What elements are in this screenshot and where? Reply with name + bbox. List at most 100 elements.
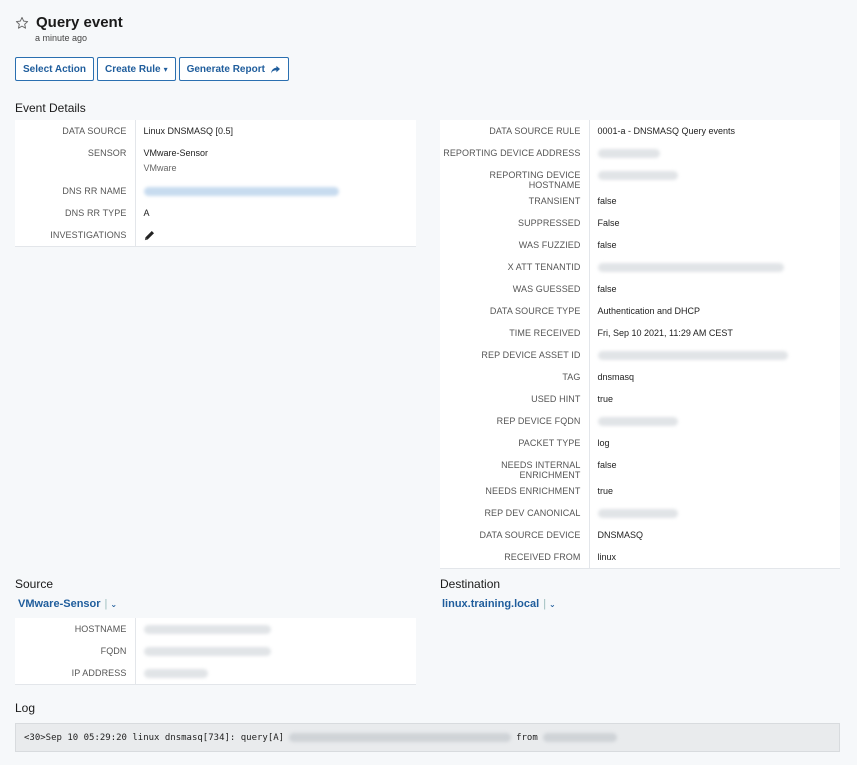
field-value-redacted bbox=[589, 502, 840, 524]
field-label: IP ADDRESS bbox=[15, 662, 136, 684]
divider: | bbox=[104, 598, 108, 610]
field-value: Authentication and DHCP bbox=[597, 306, 701, 316]
table-row: DNS RR NAME bbox=[15, 180, 416, 202]
table-row: REP DEV CANONICAL bbox=[440, 502, 840, 524]
log-prefix: <30>Sep 10 05:29:20 linux dnsmasq[734]: … bbox=[24, 732, 285, 743]
field-value: 0001-a - DNSMASQ Query events bbox=[597, 126, 736, 136]
field-label: WAS GUESSED bbox=[440, 278, 590, 300]
field-label: REP DEVICE ASSET ID bbox=[440, 344, 590, 366]
field-label: HOSTNAME bbox=[15, 618, 136, 640]
field-value: A bbox=[143, 208, 150, 218]
share-arrow-icon bbox=[270, 65, 280, 74]
action-toolbar: Select Action Create Rule ▾ Generate Rep… bbox=[15, 57, 289, 81]
field-subvalue: VMware bbox=[143, 163, 177, 173]
field-value-redacted bbox=[135, 640, 416, 662]
field-label: WAS FUZZIED bbox=[440, 234, 590, 256]
field-label: REPORTING DEVICE HOSTNAME bbox=[440, 164, 590, 190]
event-timestamp: a minute ago bbox=[35, 33, 88, 43]
field-value-redacted bbox=[589, 164, 840, 190]
create-rule-button[interactable]: Create Rule ▾ bbox=[96, 57, 176, 81]
field-value: true bbox=[597, 486, 614, 496]
field-label: USED HINT bbox=[440, 388, 590, 410]
pencil-icon[interactable] bbox=[144, 230, 155, 241]
source-title: Source bbox=[15, 577, 54, 591]
field-label: PACKET TYPE bbox=[440, 432, 590, 454]
field-value: Linux DNSMASQ [0.5] bbox=[143, 126, 234, 136]
event-details-table: DATA SOURCE Linux DNSMASQ [0.5] SENSOR V… bbox=[15, 120, 416, 247]
investigations-cell bbox=[135, 224, 416, 246]
table-row: REPORTING DEVICE HOSTNAME bbox=[440, 164, 840, 190]
field-label: TAG bbox=[440, 366, 590, 388]
table-row: DATA SOURCE DEVICE DNSMASQ bbox=[440, 524, 840, 546]
field-value: Fri, Sep 10 2021, 11:29 AM CEST bbox=[597, 328, 733, 338]
additional-details-table: DATA SOURCE RULE 0001-a - DNSMASQ Query … bbox=[440, 120, 840, 569]
field-label: INVESTIGATIONS bbox=[15, 224, 136, 246]
star-icon[interactable] bbox=[15, 16, 29, 30]
destination-entity-name: linux.training.local bbox=[442, 598, 540, 610]
field-label: TIME RECEIVED bbox=[440, 322, 590, 344]
field-label: SUPPRESSED bbox=[440, 212, 590, 234]
field-label: RECEIVED FROM bbox=[440, 546, 590, 568]
select-action-label: Select Action bbox=[23, 63, 86, 75]
table-row: SENSOR VMware-Sensor VMware bbox=[15, 142, 416, 180]
sensor-cell: VMware-Sensor VMware bbox=[135, 142, 416, 180]
field-value-redacted bbox=[589, 142, 840, 164]
table-row: USED HINT true bbox=[440, 388, 840, 410]
field-label: DATA SOURCE DEVICE bbox=[440, 524, 590, 546]
log-redacted-query bbox=[289, 733, 512, 742]
caret-down-icon: ▾ bbox=[163, 64, 168, 74]
field-label: REP DEV CANONICAL bbox=[440, 502, 590, 524]
table-row: REP DEVICE ASSET ID bbox=[440, 344, 840, 366]
create-rule-label: Create Rule bbox=[104, 63, 161, 75]
table-row: RECEIVED FROM linux bbox=[440, 546, 840, 568]
table-row: NEEDS ENRICHMENT true bbox=[440, 480, 840, 502]
chevron-down-icon: ⌄ bbox=[110, 599, 118, 609]
generate-report-button[interactable]: Generate Report bbox=[178, 57, 289, 81]
field-value: false bbox=[597, 460, 617, 470]
field-value: true bbox=[597, 394, 614, 404]
field-value: VMware-Sensor bbox=[143, 148, 209, 158]
field-label: DATA SOURCE TYPE bbox=[440, 300, 590, 322]
divider: | bbox=[543, 598, 547, 610]
field-value: log bbox=[597, 438, 610, 448]
table-row: PACKET TYPE log bbox=[440, 432, 840, 454]
field-label: NEEDS INTERNAL ENRICHMENT bbox=[440, 454, 590, 480]
source-table: HOSTNAME FQDN IP ADDRESS bbox=[15, 618, 416, 685]
chevron-down-icon: ⌄ bbox=[549, 599, 556, 609]
table-row: TRANSIENT false bbox=[440, 190, 840, 212]
field-label: DATA SOURCE bbox=[15, 120, 136, 142]
field-label: REP DEVICE FQDN bbox=[440, 410, 590, 432]
select-action-button[interactable]: Select Action bbox=[15, 57, 94, 81]
table-row: DATA SOURCE Linux DNSMASQ [0.5] bbox=[15, 120, 416, 142]
table-row: NEEDS INTERNAL ENRICHMENT false bbox=[440, 454, 840, 480]
generate-report-label: Generate Report bbox=[186, 63, 265, 75]
table-row: DATA SOURCE RULE 0001-a - DNSMASQ Query … bbox=[440, 120, 840, 142]
table-row: REP DEVICE FQDN bbox=[440, 410, 840, 432]
field-label: SENSOR bbox=[15, 142, 136, 180]
table-row: INVESTIGATIONS bbox=[15, 224, 416, 246]
field-value: false bbox=[597, 196, 617, 206]
source-entity-dropdown[interactable]: VMware-Sensor | ⌄ bbox=[18, 598, 117, 610]
table-row: WAS FUZZIED false bbox=[440, 234, 840, 256]
field-value: False bbox=[597, 218, 620, 228]
table-row: TAG dnsmasq bbox=[440, 366, 840, 388]
field-value-redacted bbox=[135, 180, 416, 202]
field-value-redacted bbox=[135, 618, 416, 640]
raw-log[interactable]: <30>Sep 10 05:29:20 linux dnsmasq[734]: … bbox=[15, 723, 840, 752]
table-row: DNS RR TYPE A bbox=[15, 202, 416, 224]
field-value: false bbox=[597, 240, 617, 250]
table-row: SUPPRESSED False bbox=[440, 212, 840, 234]
table-row: REPORTING DEVICE ADDRESS bbox=[440, 142, 840, 164]
table-row: TIME RECEIVED Fri, Sep 10 2021, 11:29 AM… bbox=[440, 322, 840, 344]
event-details-title: Event Details bbox=[15, 101, 86, 115]
field-label: DNS RR TYPE bbox=[15, 202, 136, 224]
field-label: X ATT TENANTID bbox=[440, 256, 590, 278]
log-title: Log bbox=[15, 701, 36, 715]
table-row: X ATT TENANTID bbox=[440, 256, 840, 278]
log-from: from bbox=[516, 732, 538, 743]
destination-title: Destination bbox=[440, 577, 501, 591]
page-title: Query event bbox=[36, 14, 123, 31]
field-label: REPORTING DEVICE ADDRESS bbox=[440, 142, 590, 164]
field-label: TRANSIENT bbox=[440, 190, 590, 212]
destination-entity-dropdown[interactable]: linux.training.local | ⌄ bbox=[442, 598, 556, 610]
